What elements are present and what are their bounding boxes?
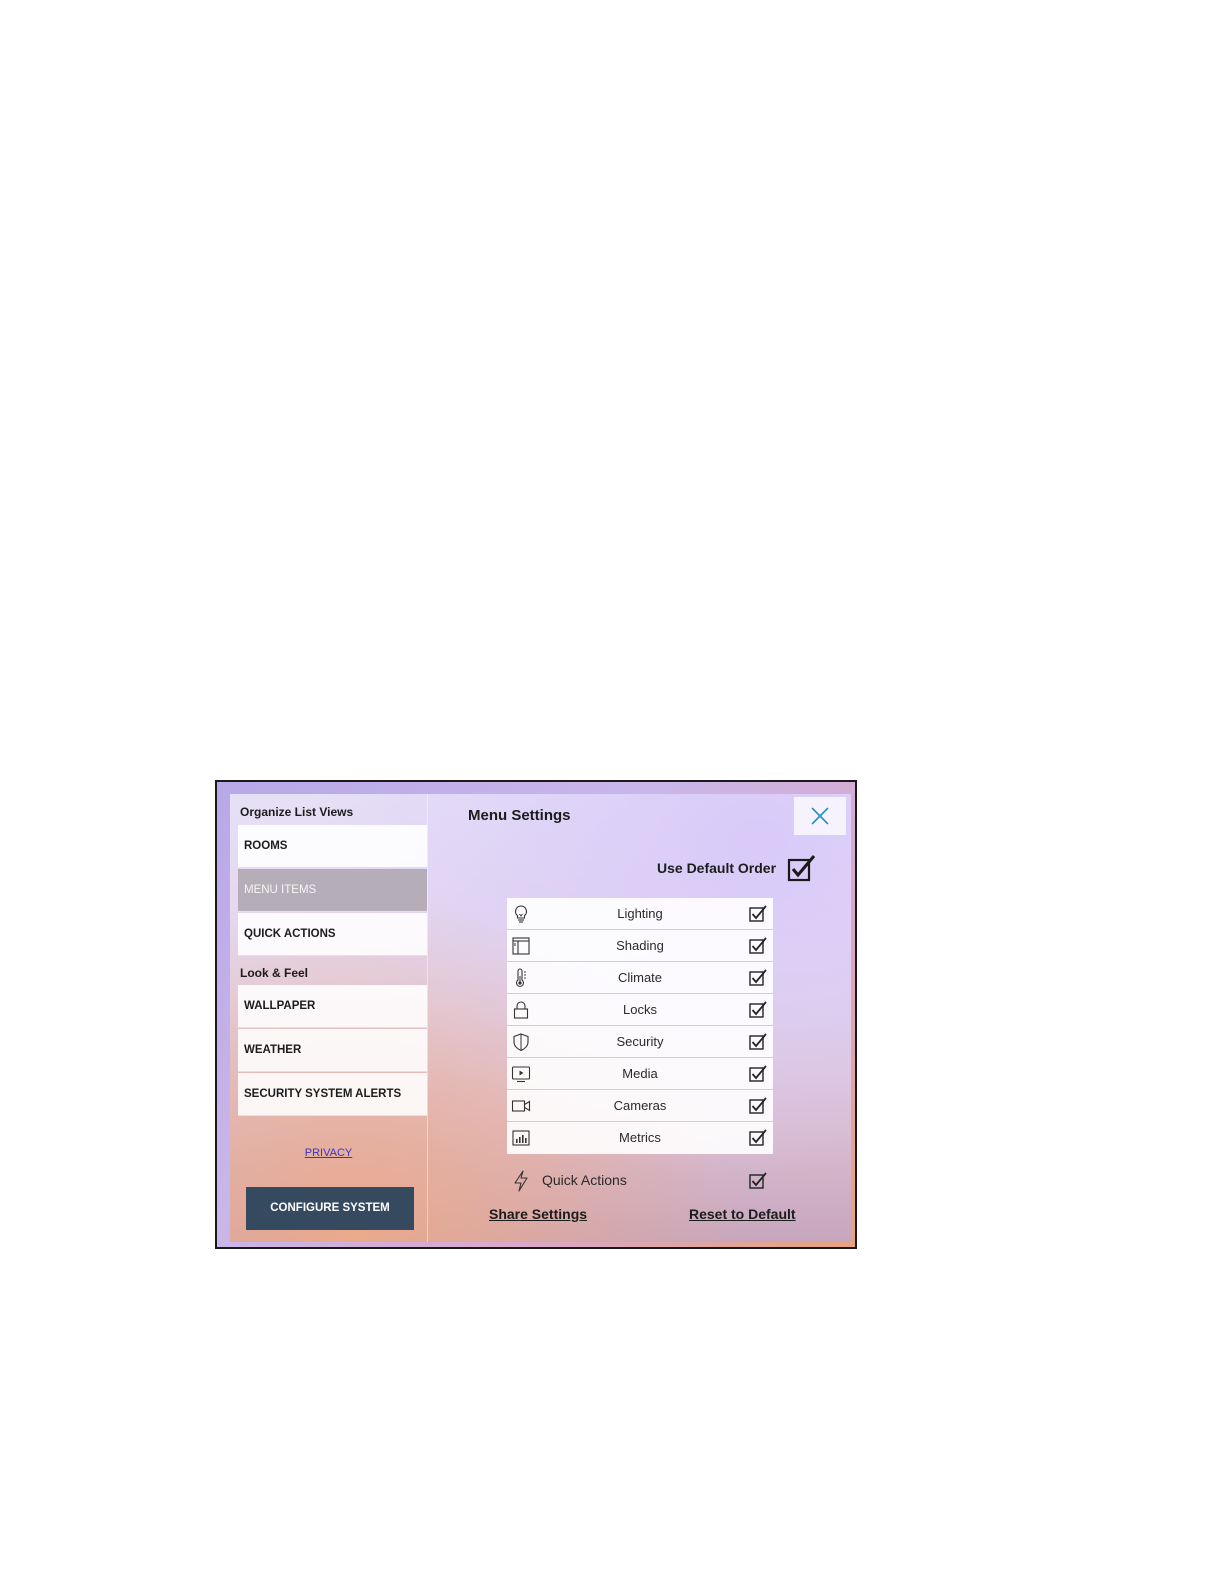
device-frame: Organize List Views ROOMS MENU ITEMS QUI… [215,780,857,1249]
quick-actions-row[interactable]: Quick Actions [507,1166,773,1196]
list-item-label: Locks [623,1002,657,1017]
list-item-label: Media [622,1066,658,1081]
sidebar: Organize List Views ROOMS MENU ITEMS QUI… [230,794,428,1242]
checkbox-checked-icon[interactable] [749,1033,767,1050]
page-title: Menu Settings [468,807,571,824]
list-item-lighting[interactable]: Lighting [507,898,773,930]
use-default-order-label: Use Default Order [657,860,777,876]
settings-screen: Organize List Views ROOMS MENU ITEMS QUI… [230,794,851,1242]
sidebar-item-wallpaper[interactable]: WALLPAPER [238,985,427,1028]
privacy-link[interactable]: PRIVACY [230,1147,427,1159]
checkbox-checked-icon[interactable] [749,1065,767,1082]
checkbox-checked-icon[interactable] [749,937,767,954]
section-title-look-feel: Look & Feel [240,966,309,980]
use-default-order-checkbox[interactable] [787,854,817,882]
reset-to-default-link[interactable]: Reset to Default [689,1206,796,1222]
list-item-cameras[interactable]: Cameras [507,1090,773,1122]
checkbox-checked-icon[interactable] [749,1097,767,1114]
share-settings-link[interactable]: Share Settings [489,1206,587,1222]
list-item-label: Cameras [613,1098,667,1113]
list-item-locks[interactable]: Locks [507,994,773,1026]
list-item-label: Lighting [617,906,663,921]
sidebar-item-menu-items[interactable]: MENU ITEMS [238,869,427,912]
list-item-label: Metrics [619,1130,661,1145]
configure-system-button[interactable]: CONFIGURE SYSTEM [246,1187,414,1230]
section-title-organize: Organize List Views [240,805,354,819]
list-item-media[interactable]: Media [507,1058,773,1090]
checkbox-checked-icon[interactable] [749,905,767,922]
list-item-metrics[interactable]: Metrics [507,1122,773,1154]
sidebar-item-quick-actions[interactable]: QUICK ACTIONS [238,913,427,956]
checkbox-checked-icon[interactable] [749,1172,767,1189]
list-item-label: Security [616,1034,664,1049]
close-icon [811,807,829,825]
sidebar-item-security-alerts[interactable]: SECURITY SYSTEM ALERTS [238,1073,427,1116]
close-button[interactable] [794,797,846,835]
list-item-climate[interactable]: Climate [507,962,773,994]
checkbox-checked-icon[interactable] [749,1129,767,1146]
list-item-label: Shading [616,938,664,953]
menu-items-list: Lighting Shading Climate Locks Security … [507,898,773,1154]
sidebar-item-weather[interactable]: WEATHER [238,1029,427,1072]
list-item-security[interactable]: Security [507,1026,773,1058]
sidebar-item-rooms[interactable]: ROOMS [238,825,427,868]
checkbox-checked-icon[interactable] [749,1001,767,1018]
checkbox-checked-icon[interactable] [749,969,767,986]
quick-actions-label: Quick Actions [542,1172,627,1188]
list-item-shading[interactable]: Shading [507,930,773,962]
lightning-icon [514,1170,528,1192]
list-item-label: Climate [617,970,663,985]
